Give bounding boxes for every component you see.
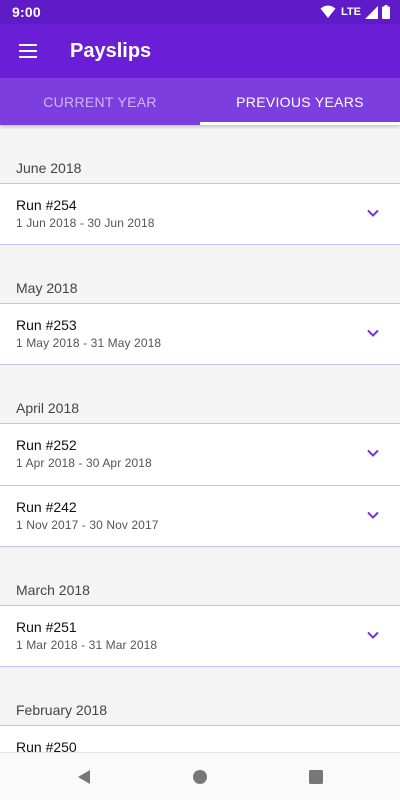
payslip-list[interactable]: June 2018 Run #254 1 Jun 2018 - 30 Jun 2… <box>0 125 400 752</box>
chevron-down-icon[interactable] <box>365 627 381 643</box>
section-header: June 2018 <box>16 160 82 176</box>
tab-current-year[interactable]: CURRENT YEAR <box>0 78 200 125</box>
chevron-down-icon[interactable] <box>365 445 381 461</box>
payslip-date-range: 1 Mar 2018 - 31 Mar 2018 <box>16 638 158 652</box>
payslip-row[interactable]: Run #242 1 Nov 2017 - 30 Nov 2017 <box>0 485 400 547</box>
battery-icon <box>382 5 390 19</box>
payslip-date-range: 1 Nov 2017 - 30 Nov 2017 <box>16 518 159 532</box>
payslip-run-title: Run #250 <box>16 739 77 752</box>
section-rows: Run #253 1 May 2018 - 31 May 2018 <box>0 303 400 365</box>
section-header: April 2018 <box>16 400 80 416</box>
section-header: March 2018 <box>16 582 90 598</box>
signal-icon <box>365 5 378 19</box>
back-triangle-icon[interactable] <box>74 767 94 787</box>
payslip-date-range: 1 Apr 2018 - 30 Apr 2018 <box>16 456 152 470</box>
recents-square-icon[interactable] <box>306 767 326 787</box>
tab-bar: CURRENT YEAR PREVIOUS YEARS <box>0 78 400 125</box>
payslip-run-title: Run #254 <box>16 197 77 213</box>
payslip-row[interactable]: Run #250 <box>0 725 400 752</box>
payslip-run-title: Run #252 <box>16 437 77 453</box>
status-icons: LTE <box>320 5 390 19</box>
section-rows: Run #251 1 Mar 2018 - 31 Mar 2018 <box>0 605 400 667</box>
section-header: May 2018 <box>16 280 78 296</box>
payslip-row[interactable]: Run #252 1 Apr 2018 - 30 Apr 2018 <box>0 423 400 485</box>
status-bar: 9:00 LTE <box>0 0 400 24</box>
payslip-date-range: 1 Jun 2018 - 30 Jun 2018 <box>16 216 155 230</box>
section-rows: Run #250 <box>0 725 400 752</box>
system-nav-bar <box>0 752 400 800</box>
payslip-run-title: Run #242 <box>16 499 77 515</box>
network-type-label: LTE <box>341 6 361 18</box>
payslip-run-title: Run #253 <box>16 317 77 333</box>
payslip-row[interactable]: Run #254 1 Jun 2018 - 30 Jun 2018 <box>0 183 400 245</box>
chevron-down-icon[interactable] <box>365 205 381 221</box>
page-title: Payslips <box>70 39 152 62</box>
chevron-down-icon[interactable] <box>365 507 381 523</box>
tab-previous-years[interactable]: PREVIOUS YEARS <box>200 78 400 125</box>
payslip-run-title: Run #251 <box>16 619 77 635</box>
section-rows: Run #252 1 Apr 2018 - 30 Apr 2018 Run #2… <box>0 423 400 547</box>
chevron-down-icon[interactable] <box>365 325 381 341</box>
payslip-date-range: 1 May 2018 - 31 May 2018 <box>16 336 162 350</box>
payslip-row[interactable]: Run #251 1 Mar 2018 - 31 Mar 2018 <box>0 605 400 667</box>
wifi-icon <box>320 5 336 18</box>
hamburger-icon[interactable] <box>0 24 56 78</box>
payslip-row[interactable]: Run #253 1 May 2018 - 31 May 2018 <box>0 303 400 365</box>
section-rows: Run #254 1 Jun 2018 - 30 Jun 2018 <box>0 183 400 245</box>
section-header: February 2018 <box>16 702 108 718</box>
app-bar: Payslips <box>0 24 400 78</box>
status-time: 9:00 <box>12 4 41 20</box>
home-circle-icon[interactable] <box>190 767 210 787</box>
